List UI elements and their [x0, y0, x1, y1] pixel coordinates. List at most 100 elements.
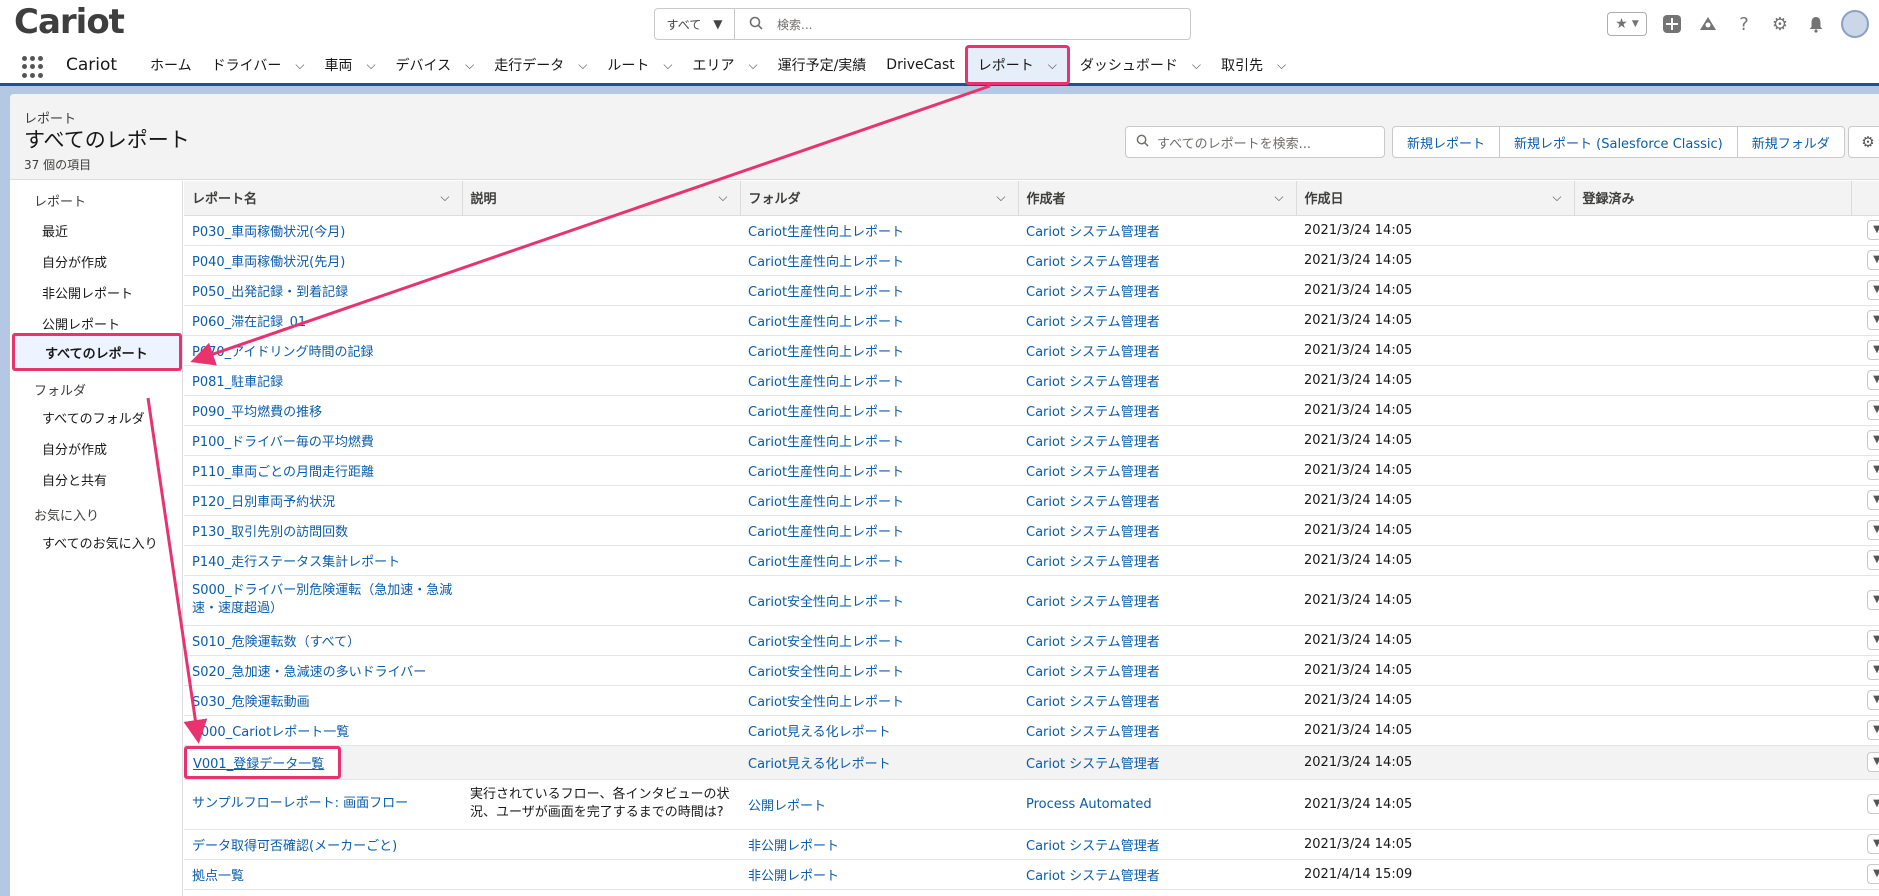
chevron-down-icon[interactable]: ⌵	[1277, 58, 1286, 73]
row-action-menu-button[interactable]: ▼	[1867, 794, 1879, 814]
report-name-link[interactable]: P030_車両稼働状況(今月)	[192, 225, 345, 240]
sidebar-item-public-reports[interactable]: 公開レポート	[42, 314, 120, 333]
nav-item-6[interactable]: エリア ⌵	[682, 44, 767, 86]
report-name-link[interactable]: サンプルフローレポート: 画面フロー	[192, 795, 454, 813]
row-action-menu-button[interactable]: ▼	[1867, 660, 1879, 680]
row-action-menu-button[interactable]: ▼	[1867, 752, 1879, 772]
report-name-link[interactable]: P140_走行ステータス集計レポート	[192, 555, 400, 570]
nav-item-3[interactable]: デバイス ⌵	[386, 44, 485, 86]
row-action-menu-button[interactable]: ▼	[1867, 690, 1879, 710]
creator-link[interactable]: Cariot システム管理者	[1026, 465, 1160, 480]
row-action-menu-button[interactable]: ▼	[1867, 400, 1879, 420]
column-header-3[interactable]: 作成者 ⌵	[1018, 181, 1297, 216]
sidebar-item-all-favorites[interactable]: すべてのお気に入り	[42, 533, 158, 552]
nav-item-10[interactable]: ダッシュボード ⌵	[1070, 44, 1211, 86]
row-action-menu-button[interactable]: ▼	[1867, 720, 1879, 740]
creator-link[interactable]: Cariot システム管理者	[1026, 869, 1160, 884]
folder-link[interactable]: Cariot見える化レポート	[748, 757, 891, 772]
folder-link[interactable]: Cariot生産性向上レポート	[748, 315, 904, 330]
column-header-2[interactable]: フォルダ ⌵	[740, 181, 1019, 216]
creator-link[interactable]: Cariot システム管理者	[1026, 315, 1160, 330]
folder-link[interactable]: Cariot安全性向上レポート	[748, 665, 904, 680]
chevron-down-icon[interactable]: ⌵	[366, 58, 375, 73]
row-action-menu-button[interactable]: ▼	[1867, 590, 1879, 610]
creator-link[interactable]: Cariot システム管理者	[1026, 595, 1160, 610]
creator-link[interactable]: Cariot システム管理者	[1026, 285, 1160, 300]
folder-link[interactable]: Cariot生産性向上レポート	[748, 285, 904, 300]
nav-item-1[interactable]: ドライバー ⌵	[202, 44, 315, 86]
row-action-menu-button[interactable]: ▼	[1867, 550, 1879, 570]
folder-link[interactable]: Cariot生産性向上レポート	[748, 375, 904, 390]
report-table-container[interactable]: レポート名 ⌵ 説明 ⌵ フォルダ ⌵ 作成者 ⌵ 作成日 ⌵ 登録済み P030_車両稼働状況(今…	[184, 181, 1879, 896]
creator-link[interactable]: Cariot システム管理者	[1026, 225, 1160, 240]
new-folder-button[interactable]: 新規フォルダ	[1736, 126, 1845, 158]
chevron-down-icon[interactable]: ⌵	[663, 58, 672, 73]
report-name-link[interactable]: V000_Cariotレポート一覧	[192, 725, 349, 740]
nav-item-0[interactable]: ホーム	[140, 44, 202, 86]
chevron-down-icon[interactable]: ⌵	[1048, 58, 1057, 73]
report-name-link[interactable]: P050_出発記録・到着記録	[192, 285, 348, 300]
row-action-menu-button[interactable]: ▼	[1867, 630, 1879, 650]
report-name-link[interactable]: 拠点一覧	[192, 869, 244, 884]
chevron-down-icon[interactable]: ⌵	[996, 190, 1005, 205]
list-settings-gear-icon[interactable]: ⚙	[1848, 126, 1879, 158]
chevron-down-icon[interactable]: ⌵	[1192, 58, 1201, 73]
folder-link[interactable]: Cariot生産性向上レポート	[748, 255, 904, 270]
report-name-link[interactable]: P130_取引先別の訪問回数	[192, 525, 348, 540]
favorites-button[interactable]: ★ ▼	[1607, 12, 1647, 36]
sidebar-item-private-reports[interactable]: 非公開レポート	[42, 283, 133, 302]
report-name-link[interactable]: データ取得可否確認(メーカーごと)	[192, 839, 397, 854]
creator-link[interactable]: Cariot システム管理者	[1026, 345, 1160, 360]
creator-link[interactable]: Cariot システム管理者	[1026, 725, 1160, 740]
creator-link[interactable]: Cariot システム管理者	[1026, 435, 1160, 450]
report-name-link[interactable]: P060_滞在記録_01	[192, 315, 306, 330]
sidebar-item-folders-created-by-me[interactable]: 自分が作成	[42, 439, 107, 458]
sidebar-item-created-by-me[interactable]: 自分が作成	[42, 252, 107, 271]
chevron-down-icon[interactable]: ⌵	[1274, 190, 1283, 205]
folder-link[interactable]: Cariot安全性向上レポート	[748, 595, 904, 610]
chevron-down-icon[interactable]: ⌵	[748, 58, 757, 73]
folder-link[interactable]: 非公開レポート	[748, 869, 839, 884]
creator-link[interactable]: Cariot システム管理者	[1026, 255, 1160, 270]
row-action-menu-button[interactable]: ▼	[1867, 220, 1879, 240]
report-name-link[interactable]: P081_駐車記録	[192, 375, 283, 390]
creator-link[interactable]: Cariot システム管理者	[1026, 839, 1160, 854]
creator-link[interactable]: Cariot システム管理者	[1026, 495, 1160, 510]
row-action-menu-button[interactable]: ▼	[1867, 310, 1879, 330]
folder-link[interactable]: Cariot生産性向上レポート	[748, 555, 904, 570]
report-search-input[interactable]: すべてのレポートを検索...	[1125, 126, 1385, 158]
folder-link[interactable]: 公開レポート	[748, 799, 826, 814]
chevron-down-icon[interactable]: ⌵	[578, 58, 587, 73]
report-name-link[interactable]: S010_危険運転数（すべて）	[192, 635, 360, 650]
chevron-down-icon[interactable]: ⌵	[465, 58, 474, 73]
row-action-menu-button[interactable]: ▼	[1867, 460, 1879, 480]
report-name-link[interactable]: P090_平均燃費の推移	[192, 405, 322, 420]
row-action-menu-button[interactable]: ▼	[1867, 250, 1879, 270]
creator-link[interactable]: Cariot システム管理者	[1026, 695, 1160, 710]
folder-link[interactable]: 非公開レポート	[748, 839, 839, 854]
nav-item-4[interactable]: 走行データ ⌵	[484, 44, 597, 86]
row-action-menu-button[interactable]: ▼	[1867, 340, 1879, 360]
chevron-down-icon[interactable]: ⌵	[295, 58, 304, 73]
creator-link[interactable]: Cariot システム管理者	[1026, 375, 1160, 390]
creator-link[interactable]: Cariot システム管理者	[1026, 555, 1160, 570]
creator-link[interactable]: Cariot システム管理者	[1026, 405, 1160, 420]
row-action-menu-button[interactable]: ▼	[1867, 490, 1879, 510]
sidebar-item-shared-with-me[interactable]: 自分と共有	[42, 470, 107, 489]
folder-link[interactable]: Cariot安全性向上レポート	[748, 635, 904, 650]
sidebar-item-recent[interactable]: 最近	[42, 221, 68, 240]
report-name-link[interactable]: P100_ドライバー毎の平均燃費	[192, 435, 374, 450]
report-name-link[interactable]: S000_ドライバー別危険運転（急加速・急減速・速度超過）	[192, 582, 454, 618]
report-name-link[interactable]: P040_車両稼働状況(先月)	[192, 255, 345, 270]
cariot-logo[interactable]: Cariot	[14, 2, 125, 42]
trailhead-icon[interactable]	[1697, 13, 1719, 35]
row-action-menu-button[interactable]: ▼	[1867, 520, 1879, 540]
column-header-4[interactable]: 作成日 ⌵	[1296, 181, 1575, 216]
report-name-link[interactable]: S020_急加速・急減速の多いドライバー	[192, 665, 426, 680]
row-action-menu-button[interactable]: ▼	[1867, 370, 1879, 390]
chevron-down-icon[interactable]: ⌵	[1552, 190, 1561, 205]
folder-link[interactable]: Cariot生産性向上レポート	[748, 405, 904, 420]
nav-item-2[interactable]: 車両 ⌵	[314, 44, 385, 86]
sidebar-item-all-folders[interactable]: すべてのフォルダ	[42, 408, 145, 427]
nav-item-11[interactable]: 取引先 ⌵	[1211, 44, 1296, 86]
